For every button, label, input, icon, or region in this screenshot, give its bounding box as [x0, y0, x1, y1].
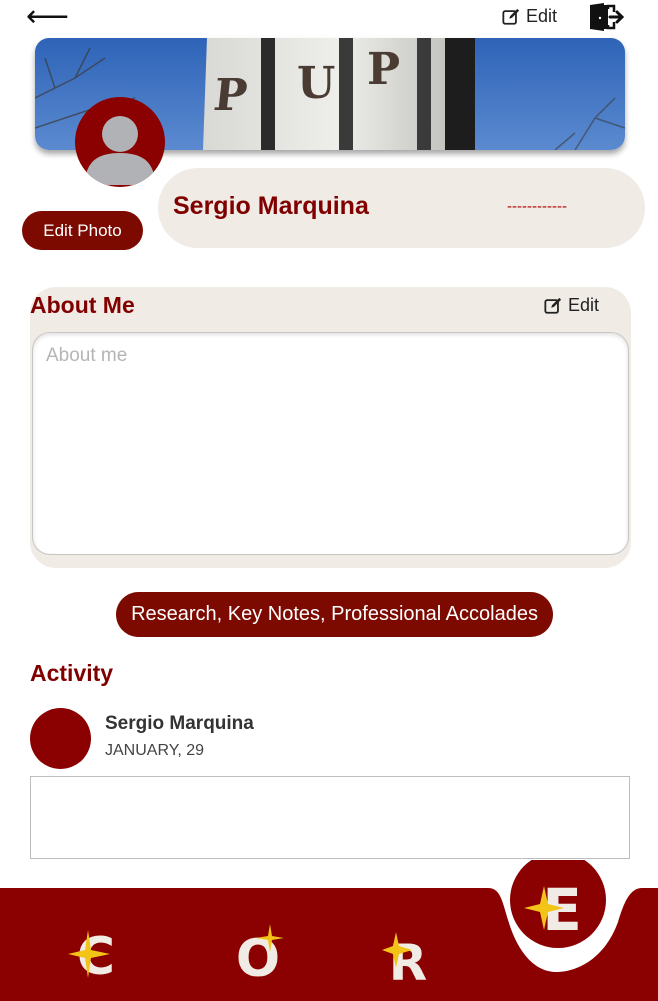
nav-item-e[interactable]: E [524, 874, 594, 938]
about-edit-button[interactable]: Edit [544, 295, 599, 316]
about-edit-label: Edit [568, 295, 600, 315]
edit-profile-button[interactable]: Edit [502, 6, 557, 27]
avatar [75, 97, 165, 187]
activity-post-box[interactable] [30, 776, 630, 859]
profile-secondary: ------------ [507, 198, 567, 215]
top-bar: ⟵ Edit [0, 0, 658, 38]
about-title: About Me [30, 292, 135, 318]
profile-name: Sergio Marquina [173, 192, 369, 220]
nav-item-r[interactable]: R [380, 928, 436, 984]
edit-icon [544, 297, 562, 314]
edit-photo-label: Edit Photo [43, 220, 122, 240]
about-card: About Me Edit [30, 287, 631, 568]
activity-author: Sergio Marquina [105, 713, 254, 734]
about-input[interactable] [32, 332, 629, 555]
user-silhouette-icon [85, 116, 155, 185]
edit-icon [502, 8, 520, 25]
arrow-left-icon[interactable]: ⟵ [26, 2, 69, 32]
svg-text:P: P [211, 70, 249, 121]
activity-title: Activity [30, 660, 114, 686]
bottom-nav: C O R E [0, 860, 658, 1001]
edit-label: Edit [526, 6, 558, 26]
nav-item-o[interactable]: O [228, 924, 288, 984]
activity-date: JANUARY, 29 [105, 742, 205, 759]
activity-avatar [30, 708, 91, 769]
nav-item-c[interactable]: C [66, 924, 126, 984]
svg-text:P: P [367, 44, 400, 95]
research-button[interactable]: Research, Key Notes, Professional Accola… [116, 592, 553, 637]
research-button-label: Research, Key Notes, Professional Accola… [131, 603, 538, 625]
svg-text:U: U [297, 58, 335, 109]
name-card: Sergio Marquina ------------ [158, 168, 645, 248]
logout-door-icon[interactable] [588, 3, 624, 31]
edit-photo-button[interactable]: Edit Photo [22, 211, 143, 250]
